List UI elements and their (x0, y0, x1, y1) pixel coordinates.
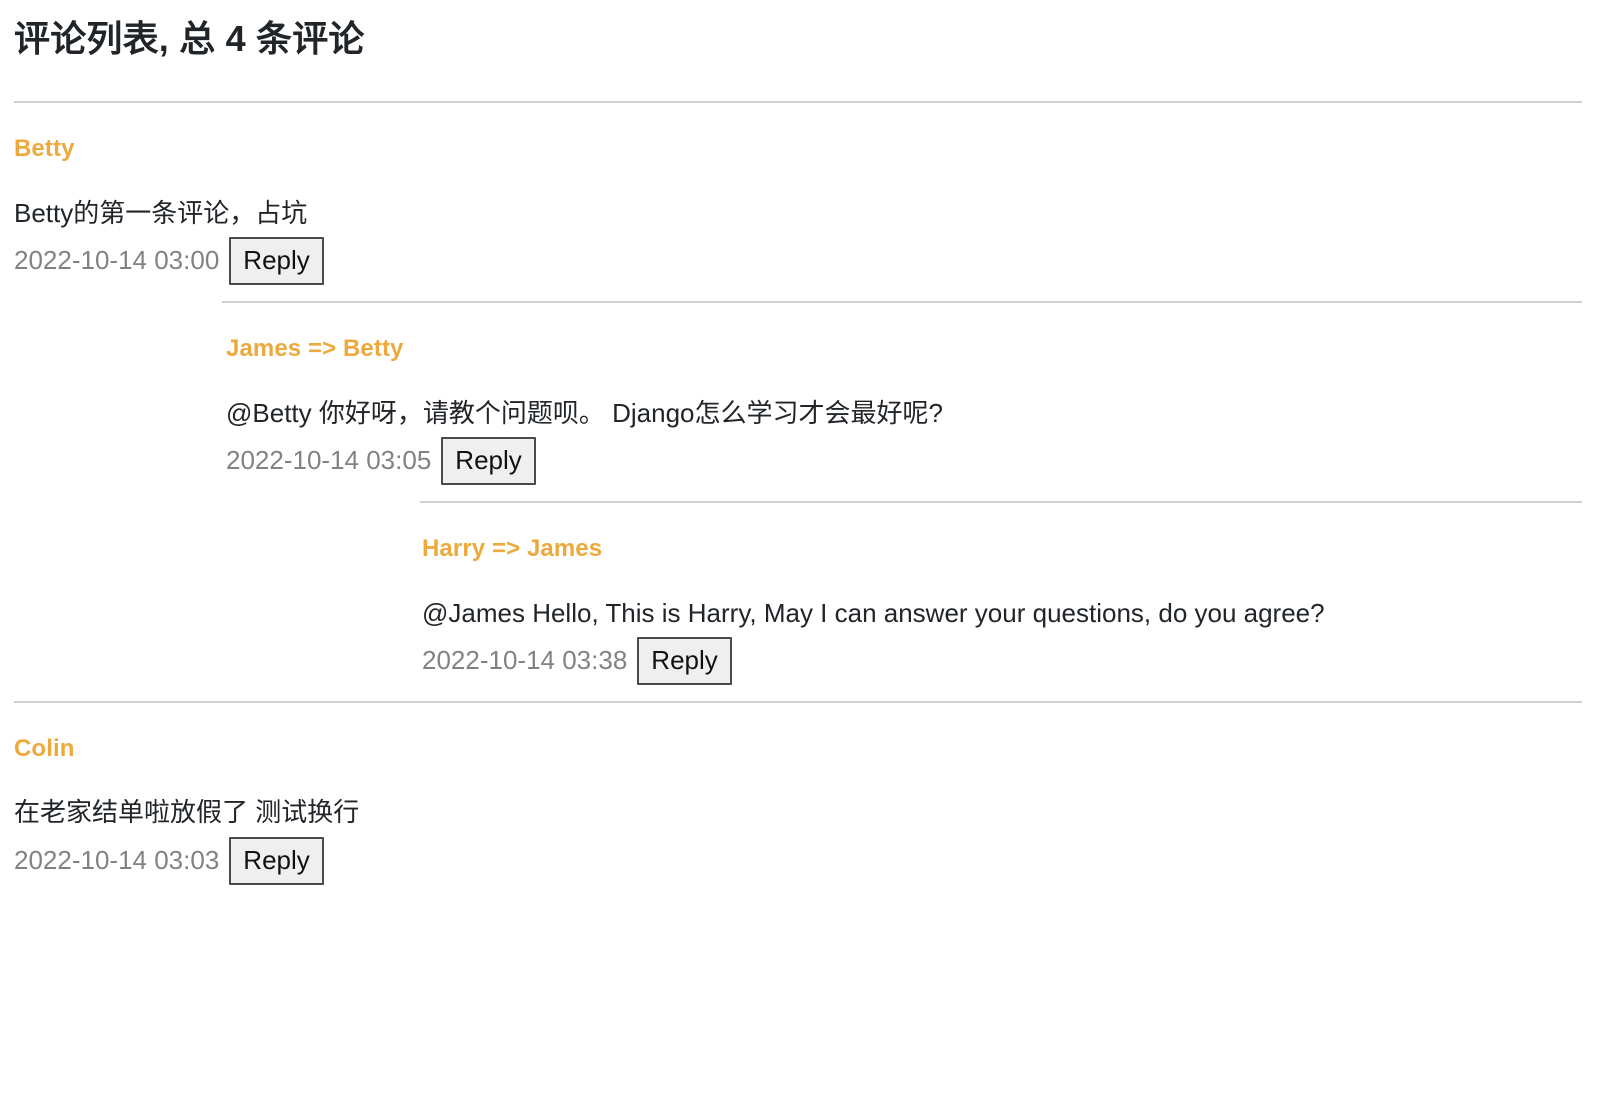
comment-author: Betty (14, 135, 75, 162)
comment-author: James => Betty (226, 334, 404, 362)
comment-list-page: 评论列表, 总 4 条评论 Betty Betty的第一条评论，占坑 2022-… (0, 0, 1598, 901)
comment-body: @James Hello, This is Harry, May I can a… (422, 597, 1325, 628)
comment-item-betty: Betty Betty的第一条评论，占坑 2022-10-14 03:00 Re… (0, 103, 1598, 301)
comment-meta: 2022-10-14 03:38 Reply (422, 631, 1598, 701)
comment-author: Colin (14, 734, 75, 762)
comment-item-colin: Colin 在老家结单啦放假了 测试换行 2022-10-14 03:03 Re… (0, 703, 1598, 901)
comment-timestamp: 2022-10-14 03:00 (14, 245, 220, 276)
comment-meta: 2022-10-14 03:00 Reply (14, 231, 1598, 301)
comment-author: Harry => James (422, 534, 603, 562)
comment-timestamp: 2022-10-14 03:05 (226, 445, 432, 476)
reply-button[interactable]: Reply (229, 236, 324, 285)
reply-button[interactable]: Reply (637, 636, 732, 685)
reply-button[interactable]: Reply (441, 436, 536, 485)
comment-body: Betty的第一条评论，占坑 (14, 197, 308, 228)
reply-button[interactable]: Reply (229, 836, 324, 885)
page-title: 评论列表, 总 4 条评论 (14, 18, 365, 59)
comment-meta: 2022-10-14 03:03 Reply (14, 831, 1598, 901)
comment-item-harry: Harry => James @James Hello, This is Har… (0, 503, 1598, 701)
comment-timestamp: 2022-10-14 03:03 (14, 844, 220, 875)
comment-timestamp: 2022-10-14 03:38 (422, 645, 628, 676)
comment-body: 在老家结单啦放假了 测试换行 (14, 797, 360, 828)
comment-item-james: James => Betty @Betty 你好呀，请教个问题呗。 Django… (0, 303, 1598, 501)
comment-meta: 2022-10-14 03:05 Reply (226, 431, 1598, 501)
comment-body: @Betty 你好呀，请教个问题呗。 Django怎么学习才会最好呢? (226, 397, 943, 428)
